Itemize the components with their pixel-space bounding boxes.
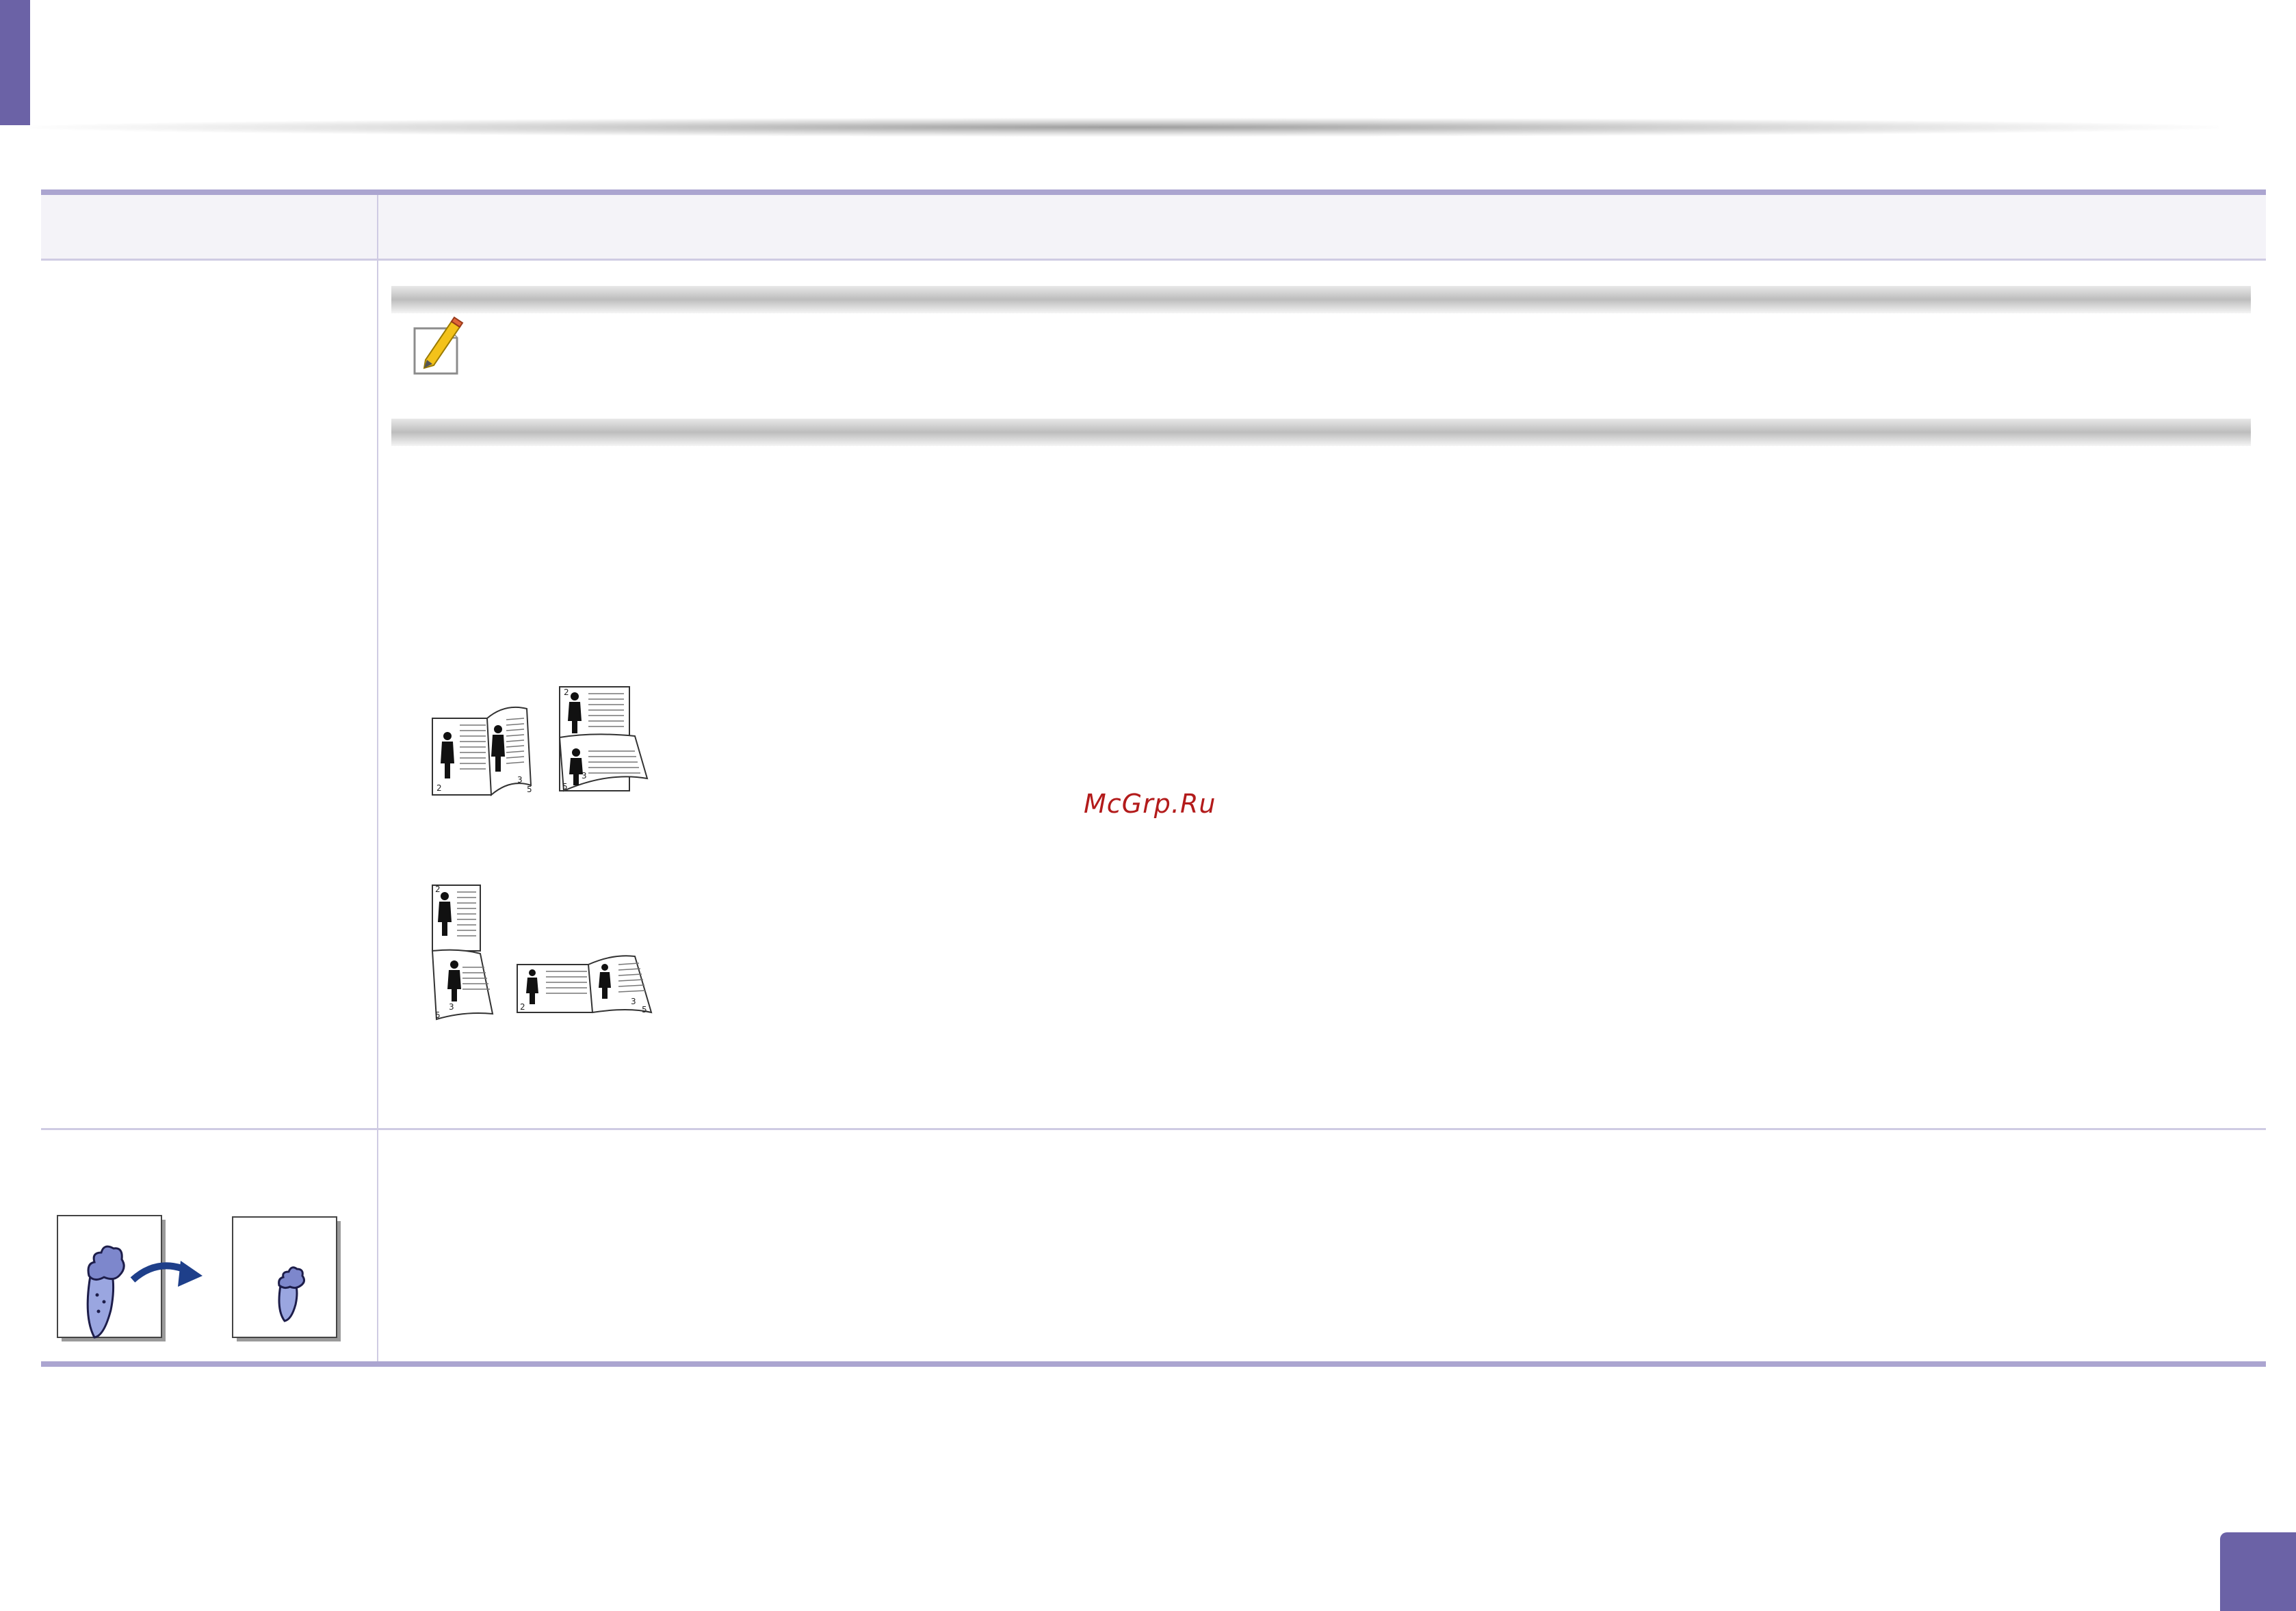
table-row-divider	[41, 1128, 2266, 1130]
page-number: 5	[435, 1010, 441, 1020]
page-number-tab	[2220, 1532, 2296, 1611]
page-number: 5	[527, 785, 532, 794]
booklet-short-edge-binding-icon: 2 3 5 2 3 5	[430, 882, 657, 1021]
table-bottom-rule	[41, 1361, 2266, 1367]
page-number: 2	[436, 783, 442, 793]
header-divider	[30, 118, 2219, 137]
table-top-rule	[41, 189, 2266, 195]
note-top-bar	[391, 286, 2251, 313]
page-number: 3	[449, 1002, 454, 1012]
chapter-tab	[0, 0, 30, 125]
page-number: 3	[582, 771, 587, 781]
page-number: 3	[517, 775, 523, 785]
table-column-divider	[377, 195, 378, 1361]
page-number: 5	[562, 782, 568, 791]
note-box	[391, 286, 2251, 446]
page-number: 2	[435, 885, 441, 894]
page-number: 5	[642, 1005, 647, 1014]
table-header-row	[41, 195, 2266, 259]
page-number: 3	[631, 997, 636, 1006]
table-header-divider	[41, 259, 2266, 261]
watermark: McGrp.Ru	[1084, 789, 1216, 819]
note-bottom-bar	[391, 419, 2251, 446]
page-number: 2	[564, 687, 569, 697]
booklet-long-edge-binding-icon: 2 3 5 2 3 5	[430, 683, 655, 799]
reduce-enlarge-icon	[56, 1214, 343, 1344]
page-number: 2	[520, 1002, 525, 1012]
note-pencil-icon	[412, 316, 467, 378]
